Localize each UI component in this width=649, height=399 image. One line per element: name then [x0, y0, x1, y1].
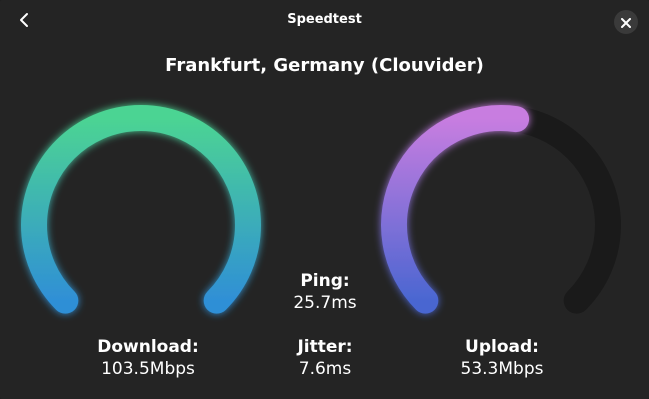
download-stat: Download: 103.5Mbps — [68, 336, 228, 380]
upload-stat: Upload: 53.3Mbps — [422, 336, 582, 380]
window-title: Speedtest — [287, 12, 362, 27]
close-icon — [621, 13, 631, 32]
upload-label: Upload: — [465, 337, 539, 357]
ping-stat: Ping: 25.7ms — [245, 270, 405, 314]
ping-value: 25.7ms — [293, 293, 357, 313]
server-name: Frankfurt, Germany (Clouvider) — [165, 55, 484, 76]
download-value: 103.5Mbps — [101, 359, 195, 379]
header-bar: Speedtest — [0, 0, 649, 44]
jitter-stat: Jitter: 7.6ms — [245, 336, 405, 380]
upload-gauge — [367, 105, 637, 345]
download-gauge — [7, 105, 277, 345]
jitter-value: 7.6ms — [298, 359, 352, 379]
download-gauge-arc — [21, 105, 261, 314]
jitter-label: Jitter: — [297, 337, 353, 357]
download-label: Download: — [97, 337, 199, 357]
close-button[interactable] — [614, 10, 638, 34]
upload-value: 53.3Mbps — [460, 359, 544, 379]
ping-label: Ping: — [300, 271, 350, 291]
speedtest-window: Speedtest Frankfurt, Germany (Clouvider) — [0, 0, 649, 399]
upload-gauge-arc — [381, 105, 530, 314]
